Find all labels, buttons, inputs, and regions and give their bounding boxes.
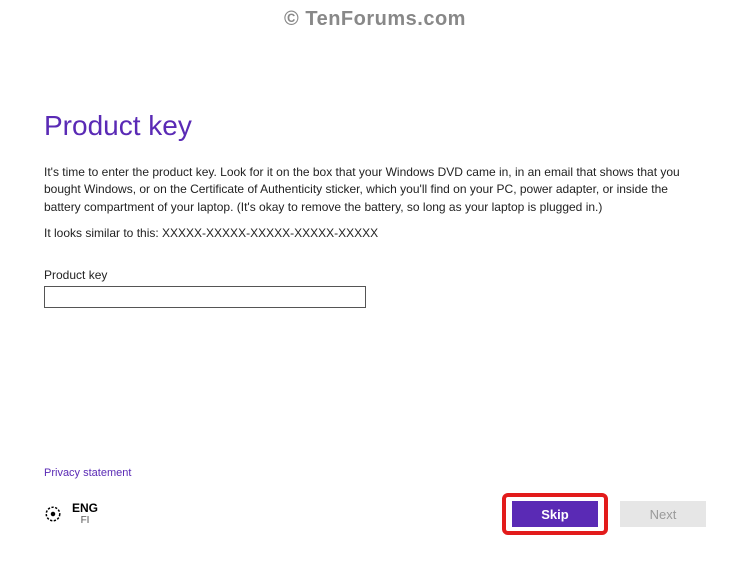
- footer-area: Privacy statement ENG FI Skip Next: [44, 463, 706, 535]
- next-button[interactable]: Next: [620, 501, 706, 527]
- page-title: Product key: [44, 110, 706, 142]
- skip-highlight-box: Skip: [502, 493, 608, 535]
- privacy-statement-link[interactable]: Privacy statement: [44, 467, 131, 479]
- language-selector[interactable]: ENG FI: [44, 502, 98, 526]
- watermark-text: © TenForums.com: [284, 8, 466, 31]
- product-key-input[interactable]: [44, 286, 366, 308]
- language-region: FI: [72, 515, 98, 526]
- main-content: Product key It's time to enter the produ…: [44, 110, 706, 308]
- instruction-text: It's time to enter the product key. Look…: [44, 164, 704, 216]
- product-key-label: Product key: [44, 268, 706, 282]
- language-text: ENG FI: [72, 502, 98, 526]
- language-code: ENG: [72, 502, 98, 515]
- footer-row: ENG FI Skip Next: [44, 493, 706, 535]
- accessibility-icon: [44, 505, 62, 523]
- button-group: Skip Next: [502, 493, 706, 535]
- skip-button[interactable]: Skip: [512, 501, 598, 527]
- key-format-example: It looks similar to this: XXXXX-XXXXX-XX…: [44, 226, 706, 240]
